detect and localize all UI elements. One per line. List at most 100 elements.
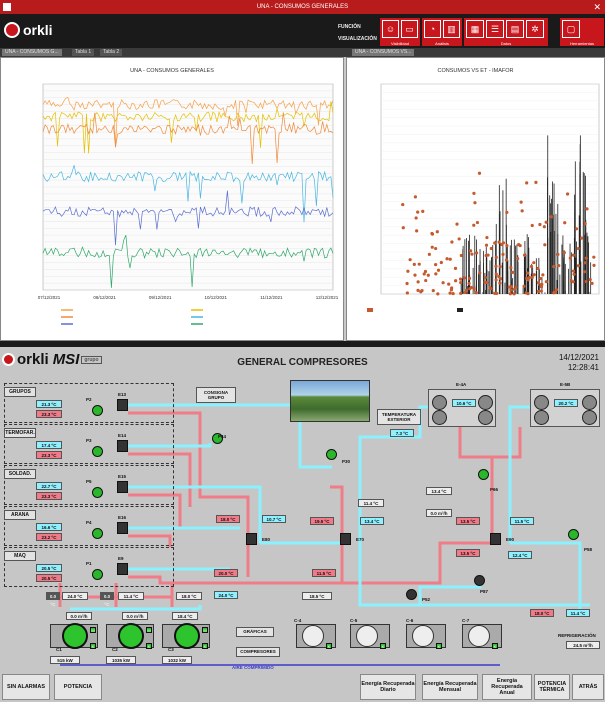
pump-label: P4 [86, 520, 92, 525]
data-point [427, 252, 431, 256]
pump-icon[interactable] [478, 469, 489, 480]
energy-monthly-button[interactable]: Energía Recuperada Mensual [422, 674, 478, 700]
pump-icon[interactable] [92, 446, 103, 457]
user-icon[interactable]: ☺ [382, 20, 399, 38]
data-point [505, 243, 509, 248]
compressor-icon[interactable] [468, 625, 490, 647]
window-titlebar: UNA - CONSUMOS GENERALES ✕ [0, 0, 605, 14]
data-point [563, 221, 567, 225]
pump-icon[interactable] [92, 405, 103, 416]
energy-annual-button[interactable]: Energía Recuperada Anual [482, 674, 532, 700]
close-icon[interactable]: ✕ [593, 0, 601, 14]
thermal-power-button[interactable]: POTENCIA TÉRMICA [534, 674, 570, 700]
data-point [590, 281, 594, 285]
data-point [489, 246, 493, 251]
fan-icon [534, 410, 549, 425]
pipe [70, 605, 202, 611]
compresores-button[interactable]: COMPRESORES [236, 647, 280, 657]
x-tick-label: 07/12/2021 [38, 295, 61, 300]
data-point [458, 277, 463, 281]
data-point [475, 220, 480, 225]
ribbon-label-function: FUNCIÓN [338, 24, 361, 30]
exchanger-icon[interactable] [246, 533, 257, 545]
tab-tabla-2[interactable]: Tabla 2 [100, 49, 123, 56]
pie-icon[interactable]: ◔ [424, 20, 441, 38]
energy-daily-button[interactable]: Energía Recuperada Diario [360, 674, 416, 700]
pump-icon[interactable] [92, 528, 103, 539]
table-icon[interactable]: ▦ [466, 20, 484, 38]
cooler-label: E-5B [560, 382, 571, 387]
data-point [455, 222, 459, 226]
data-point [417, 262, 421, 266]
data-point [541, 273, 545, 277]
data-point [520, 209, 524, 213]
compressor-icon[interactable] [118, 623, 144, 649]
monitor-icon[interactable]: ▭ [401, 20, 418, 38]
tab-consumos-generales[interactable]: UNA - CONSUMOS G... [2, 49, 62, 56]
back-button[interactable]: ATRÁS [572, 674, 604, 700]
x-tick-label: 11/12/2021 [260, 295, 283, 300]
cooler-temp: 20.2 ºC [554, 399, 578, 407]
alarms-button[interactable]: SIN ALARMAS [2, 674, 50, 700]
power-button[interactable]: POTENCIA [54, 674, 102, 700]
ribbon-group-data: ▦ ☰ ▤ ✲ Datos [464, 18, 548, 46]
valve-icon[interactable] [117, 399, 128, 411]
graficas-button[interactable]: GRÁFICAS [236, 627, 274, 637]
data-point [445, 257, 449, 261]
pump-icon[interactable] [568, 529, 579, 540]
grid-icon[interactable]: ▤ [506, 20, 524, 38]
valve-icon[interactable] [117, 563, 128, 575]
data-point [424, 278, 428, 283]
temp-reading: 20.0 ºC [214, 569, 238, 577]
power-reading: 1035 kW [106, 656, 136, 664]
pump-icon[interactable] [92, 569, 103, 580]
data-point [441, 281, 445, 285]
pump-label: P87 [480, 589, 489, 594]
data-point [525, 181, 529, 185]
valve-icon[interactable] [117, 440, 128, 452]
exchanger-icon[interactable] [490, 533, 501, 545]
exchanger-label: E70 [356, 537, 365, 542]
power-reading: 515 kW [50, 656, 80, 664]
valve-label: E15 [118, 474, 127, 479]
pump-icon[interactable] [92, 487, 103, 498]
valve-label: E13 [118, 392, 127, 397]
data-point [536, 289, 540, 294]
status-indicator: K [90, 643, 96, 649]
data-point [484, 243, 489, 247]
compressor-label: C-6 [406, 618, 414, 623]
tab-tabla-1[interactable]: Tabla 1 [72, 49, 95, 56]
pump-icon[interactable] [474, 575, 485, 586]
data-point [426, 273, 430, 277]
valve-icon[interactable] [117, 522, 128, 534]
consigna-grupo-button[interactable]: CONSIGNA GRUPO [196, 387, 236, 403]
list-icon[interactable]: ☰ [486, 20, 504, 38]
compressor-icon[interactable] [412, 625, 434, 647]
data-point [469, 285, 473, 290]
compressor-icon[interactable] [302, 625, 324, 647]
valve-icon[interactable] [117, 481, 128, 493]
pump-icon[interactable] [326, 449, 337, 460]
compressor-icon[interactable] [356, 625, 378, 647]
window-icon[interactable]: ▢ [562, 20, 580, 38]
exchanger-label: E90 [506, 537, 515, 542]
tab-consumos-vs[interactable]: UNA - CONSUMOS VS... [352, 49, 415, 56]
data-point [532, 273, 536, 277]
temp-reading: 13.4 ºC [426, 487, 452, 495]
data-point [405, 281, 409, 286]
compressor-icon[interactable] [174, 623, 200, 649]
exchanger-icon[interactable] [340, 533, 351, 545]
temp-reading: 18.0 ºC [216, 515, 240, 523]
legend-swatch [367, 308, 373, 312]
compressor-icon[interactable] [62, 623, 88, 649]
data-point [509, 288, 513, 292]
status-indicator: M [146, 627, 152, 633]
gear-icon[interactable]: ✲ [526, 20, 544, 38]
pump-icon[interactable] [406, 589, 417, 600]
bar-icon[interactable]: ▥ [443, 20, 460, 38]
data-point [516, 256, 520, 261]
ribbon: orkli FUNCIÓN VISUALIZACIÓN ☺ ▭ Visibili… [0, 14, 605, 48]
fan-icon [582, 395, 597, 410]
data-point [532, 261, 536, 265]
data-point [512, 287, 517, 292]
